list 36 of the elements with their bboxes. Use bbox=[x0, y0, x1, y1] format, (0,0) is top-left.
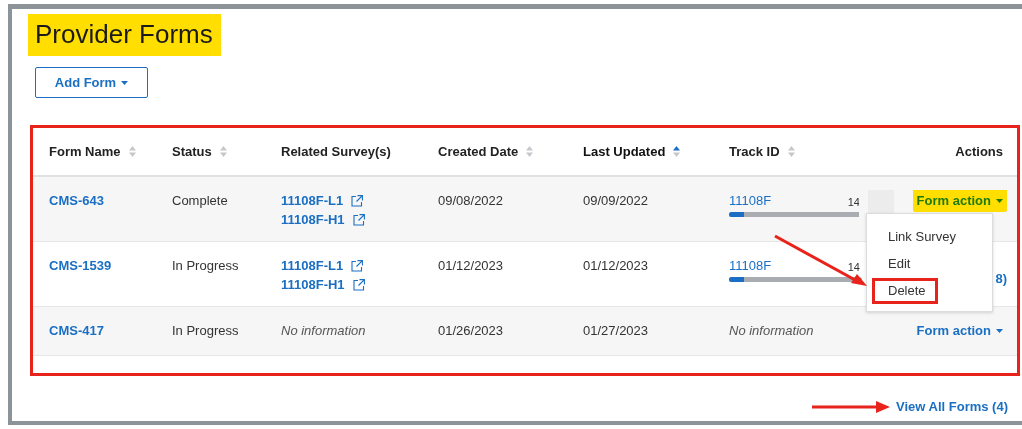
external-link-icon bbox=[351, 194, 364, 207]
survey-link[interactable]: 11108F-L1 bbox=[281, 258, 364, 273]
table-cell: 01/12/2023 bbox=[583, 258, 649, 273]
form-link[interactable]: CMS-1539 bbox=[49, 258, 112, 273]
add-form-button[interactable]: Add Form bbox=[35, 67, 148, 98]
table-cell: 09/09/2022 bbox=[583, 193, 649, 208]
form-link[interactable]: CMS-417 bbox=[49, 323, 104, 338]
table-cell: In Progress bbox=[172, 258, 239, 273]
caret-icon bbox=[121, 80, 129, 85]
survey-link[interactable]: 11108F-L1 bbox=[281, 193, 364, 208]
survey-link[interactable]: 11108F-H1 bbox=[281, 277, 365, 292]
external-link-icon bbox=[352, 213, 365, 226]
form-action-button[interactable]: Form action bbox=[912, 190, 1007, 211]
caret-icon bbox=[996, 328, 1003, 333]
menu-item[interactable]: Edit bbox=[872, 251, 938, 277]
external-link-icon bbox=[351, 259, 364, 272]
table-cell-text: No information bbox=[281, 323, 367, 338]
table-cell: Complete bbox=[172, 193, 228, 208]
view-all-link[interactable]: View All Forms (4) bbox=[896, 399, 1008, 414]
table-cell: In Progress bbox=[172, 323, 239, 338]
table-cell: 01/26/2023 bbox=[438, 323, 504, 338]
page-title: Provider Forms bbox=[28, 14, 221, 56]
table-cell: 01/12/2023 bbox=[438, 258, 504, 273]
link-text[interactable]: 8) bbox=[995, 255, 1007, 286]
form-link[interactable]: CMS-643 bbox=[49, 193, 104, 208]
survey-link[interactable]: 11108F-H1 bbox=[281, 212, 365, 227]
track-link[interactable]: 11108F bbox=[729, 193, 772, 208]
track-link[interactable]: 11108F bbox=[729, 258, 772, 273]
table-cell-text: No information bbox=[729, 323, 815, 338]
track-count: 14 bbox=[847, 261, 860, 273]
menu-item[interactable]: Link Survey bbox=[872, 224, 963, 250]
menu-item[interactable]: Delete bbox=[872, 278, 938, 304]
table-cell: 01/27/2023 bbox=[583, 323, 649, 338]
caret-icon bbox=[996, 198, 1003, 203]
external-link-icon bbox=[352, 278, 365, 291]
table-cell: 09/08/2022 bbox=[438, 193, 504, 208]
